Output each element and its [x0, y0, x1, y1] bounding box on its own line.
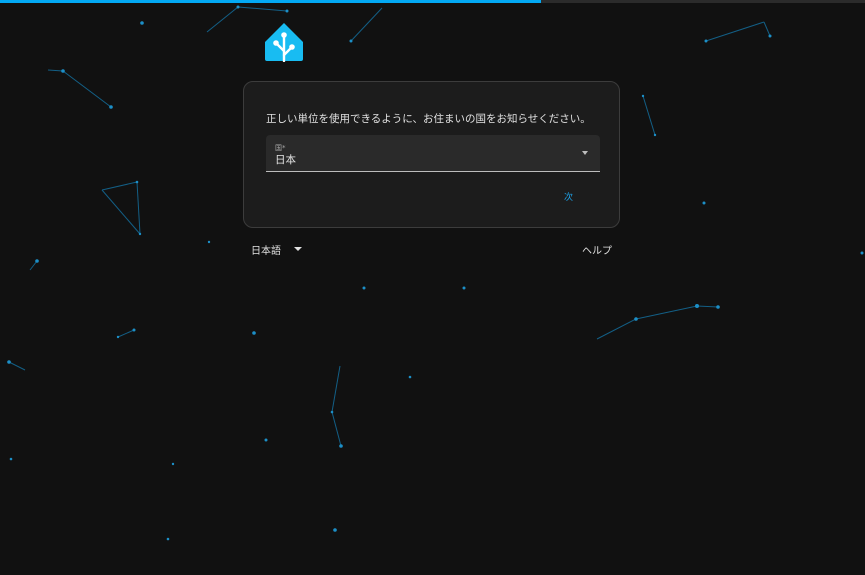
onboarding-page: 正しい単位を使用できるように、お住まいの国をお知らせください。 国* 日本 次 …	[0, 0, 865, 575]
help-link[interactable]: ヘルプ	[582, 242, 612, 257]
dropdown-arrow-icon	[294, 247, 302, 251]
progress-bar-fill	[0, 0, 541, 3]
country-select[interactable]: 国* 日本	[266, 135, 600, 172]
country-select-value: 日本	[275, 154, 296, 166]
country-card: 正しい単位を使用できるように、お住まいの国をお知らせください。 国* 日本 次	[243, 81, 620, 228]
dropdown-arrow-icon	[582, 151, 588, 155]
progress-bar	[0, 0, 865, 3]
next-button[interactable]: 次	[560, 188, 577, 205]
language-select[interactable]: 日本語	[251, 241, 302, 257]
home-assistant-logo-icon	[265, 23, 303, 62]
language-select-label: 日本語	[251, 245, 281, 257]
country-prompt: 正しい単位を使用できるように、お住まいの国をお知らせください。	[266, 113, 591, 125]
